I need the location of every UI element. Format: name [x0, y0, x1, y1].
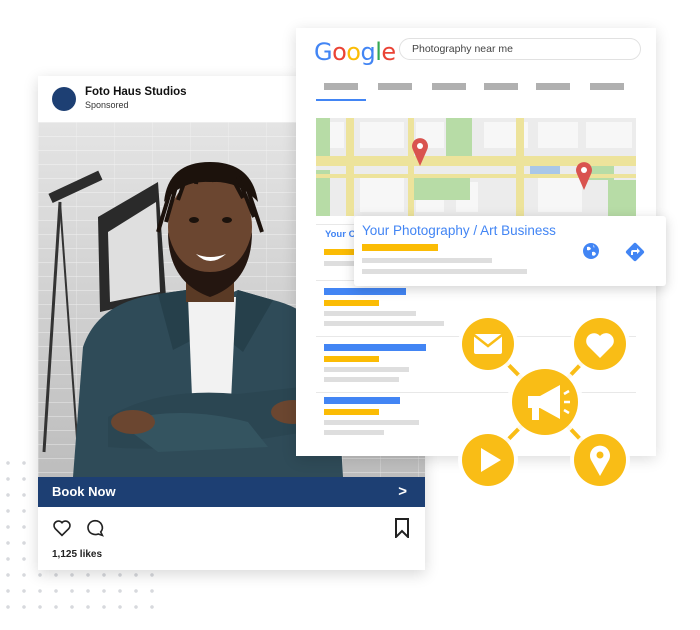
book-now-label: Book Now	[52, 484, 116, 499]
text-placeholder	[362, 269, 527, 274]
map[interactable]	[316, 118, 636, 216]
business-listing-card[interactable]: Your Photography / Art Business	[354, 216, 666, 286]
bookmark-icon[interactable]	[394, 518, 410, 543]
active-tab-indicator	[316, 99, 366, 101]
sponsored-label: Sponsored	[85, 100, 129, 110]
tab-6[interactable]	[590, 83, 624, 90]
email-icon	[458, 314, 518, 374]
location-pin-icon	[570, 430, 630, 490]
avatar[interactable]	[52, 87, 76, 111]
post-actions: 1,125 likes	[38, 507, 425, 570]
play-icon	[458, 430, 518, 490]
book-now-button[interactable]: Book Now >	[38, 477, 425, 507]
tab-2[interactable]	[378, 83, 412, 90]
marketing-channels-hub	[450, 312, 640, 502]
directions-icon[interactable]	[624, 241, 646, 268]
tab-5[interactable]	[536, 83, 570, 90]
text-placeholder	[362, 258, 492, 263]
business-title[interactable]: Your Photography / Art Business	[362, 223, 556, 238]
megaphone-icon	[507, 364, 583, 440]
tab-1[interactable]	[324, 83, 358, 90]
heart-icon[interactable]	[52, 519, 72, 542]
rating-bar	[362, 244, 438, 251]
result-title-partial: Your C	[325, 229, 356, 240]
heart-icon	[570, 314, 630, 374]
search-input[interactable]: Photography near me	[399, 38, 641, 60]
search-query: Photography near me	[412, 43, 513, 55]
search-tabs	[316, 83, 636, 103]
tab-4[interactable]	[484, 83, 518, 90]
globe-icon[interactable]	[582, 242, 600, 265]
search-engine-logo: Google	[314, 38, 396, 66]
chevron-right-icon: >	[398, 483, 407, 500]
likes-count: 1,125 likes	[52, 549, 103, 560]
account-name[interactable]: Foto Haus Studios	[85, 86, 187, 98]
comment-icon[interactable]	[85, 519, 105, 542]
tab-3[interactable]	[432, 83, 466, 90]
